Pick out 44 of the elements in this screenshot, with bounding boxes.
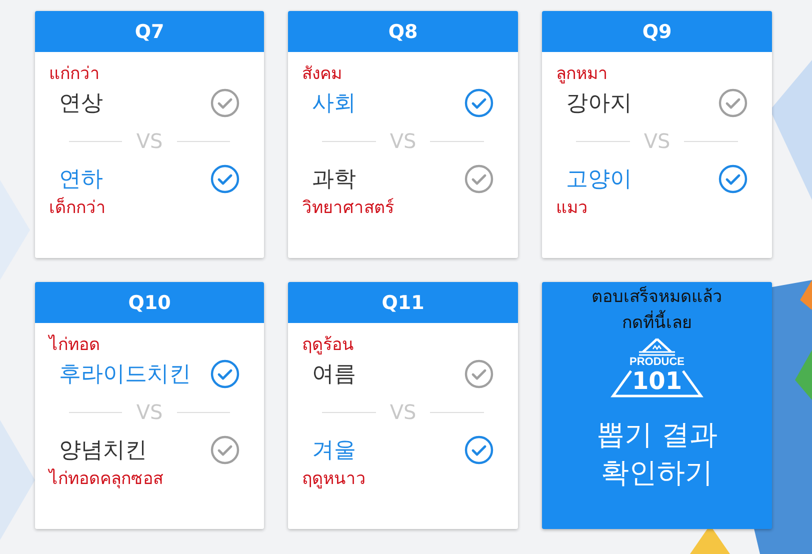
check-icon[interactable] [718, 164, 748, 194]
check-icon[interactable] [464, 435, 494, 465]
option-label[interactable]: 고양이 [566, 164, 632, 194]
translation-note: ลูกหมา [556, 63, 609, 85]
result-card[interactable]: ตอบเสร็จหมดแล้ว กดที่นี้เลย PRODUCE 101 뽑기 결과 확인하기 [542, 282, 772, 529]
logo-text: PRODUCE [629, 356, 684, 369]
translation-note: วิทยาศาสตร์ [302, 197, 395, 219]
check-result-button[interactable]: 뽑기 결과 확인하기 [596, 416, 718, 492]
question-header: Q10 [35, 282, 264, 323]
question-header: Q9 [542, 11, 772, 52]
option-label[interactable]: 양념치킨 [59, 435, 147, 465]
option-label[interactable]: 사회 [312, 88, 356, 118]
check-icon[interactable] [718, 88, 748, 118]
translation-note: แมว [556, 197, 589, 219]
option-label[interactable]: 후라이드치킨 [59, 359, 191, 389]
option-label[interactable]: 연하 [59, 164, 103, 194]
translation-note: ไก่ทอด [49, 334, 101, 356]
option-label[interactable]: 강아지 [566, 88, 632, 118]
check-icon[interactable] [210, 359, 240, 389]
translation-note: กดที่นี้เลย [622, 310, 692, 336]
question-header: Q11 [288, 282, 518, 323]
background-triangle [800, 280, 812, 310]
question-header: Q7 [35, 11, 264, 52]
triangle-logo-icon [609, 338, 705, 398]
translation-note: ตอบเสร็จหมดแล้ว [592, 285, 722, 309]
check-icon[interactable] [210, 88, 240, 118]
translation-note: ฤดูร้อน [302, 334, 355, 356]
check-icon[interactable] [464, 359, 494, 389]
option-label[interactable]: 겨울 [312, 435, 356, 465]
check-icon[interactable] [210, 435, 240, 465]
check-icon[interactable] [464, 164, 494, 194]
option-label[interactable]: 여름 [312, 359, 356, 389]
translation-note: เด็กกว่า [49, 197, 107, 219]
option-label[interactable]: 연상 [59, 88, 103, 118]
background-triangle [795, 350, 812, 400]
translation-note: สังคม [302, 63, 343, 85]
check-icon[interactable] [210, 164, 240, 194]
option-label[interactable]: 과학 [312, 164, 356, 194]
question-header: Q8 [288, 11, 518, 52]
logo-number: 101 [632, 369, 682, 393]
translation-note: แก่กว่า [49, 63, 101, 85]
check-icon[interactable] [464, 88, 494, 118]
translation-note: ไก่ทอดคลุกซอส [49, 468, 164, 490]
translation-note: ฤดูหนาว [302, 468, 367, 490]
